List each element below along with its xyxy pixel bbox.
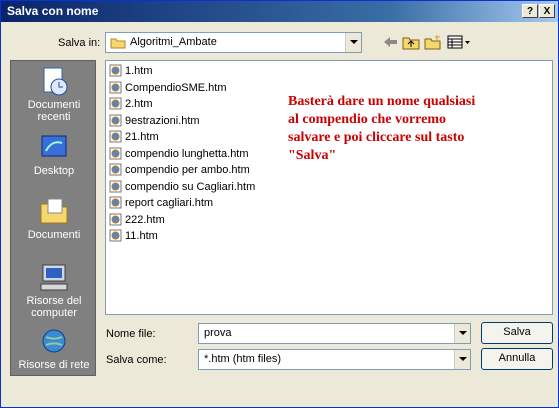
file-name: 9estrazioni.htm [125,114,200,127]
back-arrow-icon[interactable] [381,34,399,50]
filename-value: prova [204,327,232,339]
file-name: compendio per ambo.htm [125,164,250,176]
html-file-icon [109,114,122,127]
save-as-dialog: Salva con nome ? X Salva in: Algoritmi_A… [0,0,559,408]
filetype-dropdown[interactable]: *.htm (htm files) [198,349,471,370]
window-title: Salva con nome [7,4,99,18]
file-list-item[interactable]: 2.htm [109,97,153,113]
file-name: 11.htm [125,230,158,242]
cancel-button[interactable]: Annulla [481,348,553,370]
html-file-icon [109,64,122,77]
network-icon [38,325,70,357]
save-button[interactable]: Salva [481,322,553,344]
place-network[interactable]: Risorse di rete [11,325,97,371]
place-label: Risorse di rete [18,359,90,371]
places-bar: Documenti recenti Desktop Documenti Riso… [10,60,96,376]
place-desktop[interactable]: Desktop [11,131,97,177]
filetype-value: *.htm (htm files) [204,353,282,365]
folder-icon [110,37,126,52]
filename-label: Nome file: [106,328,156,340]
file-name: report cagliari.htm [125,197,214,209]
save-in-label: Salva in: [58,37,101,49]
filetype-label: Salva come: [106,354,167,366]
file-name: CompendioSME.htm [125,81,227,94]
file-list-item[interactable]: compendio su Cagliari.htm [109,180,255,196]
place-label: Documenti recenti [27,99,81,123]
file-list-item[interactable]: 9estrazioni.htm [109,114,200,130]
chevron-down-icon[interactable] [454,324,470,343]
file-list-item[interactable]: 21.htm [109,130,159,146]
html-file-icon [109,213,122,226]
place-label: Desktop [33,165,75,177]
save-in-dropdown[interactable]: Algoritmi_Ambate [105,32,362,53]
computer-icon [38,261,70,293]
html-file-icon [109,130,122,143]
place-my-computer[interactable]: Risorse del computer [11,261,97,319]
file-list-item[interactable]: 222.htm [109,213,165,229]
file-name: 1.htm [125,65,153,77]
html-file-icon [109,97,122,110]
file-name: 2.htm [125,98,153,110]
file-list-item[interactable]: 11.htm [109,229,158,245]
desktop-icon [38,131,70,163]
file-name: 222.htm [125,213,165,226]
chevron-down-icon[interactable] [454,350,470,369]
view-menu-icon[interactable] [447,34,471,50]
documents-folder-icon [38,195,70,227]
file-list-item[interactable]: compendio lunghetta.htm [109,147,249,163]
html-file-icon [109,163,122,176]
file-list-item[interactable]: report cagliari.htm [109,196,213,212]
help-button[interactable]: ? [522,4,538,18]
file-name: compendio lunghetta.htm [125,147,249,160]
chevron-down-icon[interactable] [345,33,361,52]
place-label: Documenti [27,229,81,241]
place-label: Risorse del computer [26,295,82,319]
place-recent-documents[interactable]: Documenti recenti [11,65,97,123]
file-list-item[interactable]: compendio per ambo.htm [109,163,250,179]
recent-documents-icon [38,65,70,97]
html-file-icon [109,229,122,242]
file-name: compendio su Cagliari.htm [125,180,256,193]
html-file-icon [109,180,122,193]
file-list-item[interactable]: CompendioSME.htm [109,81,227,97]
annotation-text: Basterà dare un nome qualsiasi al compen… [288,94,476,163]
save-in-value: Algoritmi_Ambate [130,36,217,48]
new-folder-icon[interactable] [424,34,442,50]
file-name: 21.htm [125,131,159,143]
file-list-item[interactable]: 1.htm [109,64,153,80]
html-file-icon [109,147,122,160]
html-file-icon [109,196,122,209]
place-documents[interactable]: Documenti [11,195,97,241]
html-file-icon [109,81,122,94]
filename-input[interactable]: prova [198,323,471,344]
title-bar: Salva con nome ? X [1,1,558,22]
up-folder-icon[interactable] [402,34,420,50]
close-button[interactable]: X [539,4,555,18]
